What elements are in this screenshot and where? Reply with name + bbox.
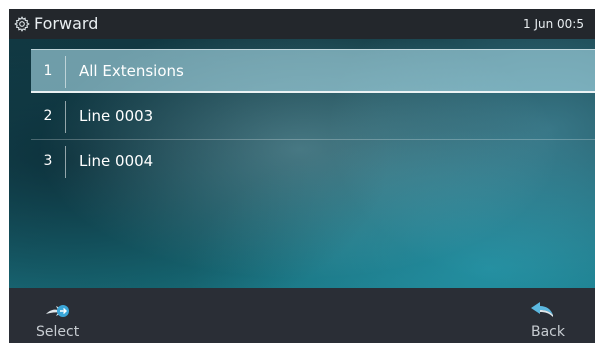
- phone-screen: Forward 1 Jun 00:5 1 All Extensions 2 Li…: [9, 9, 595, 343]
- select-softkey-label: Select: [36, 324, 80, 340]
- menu-item-separator: [65, 56, 66, 88]
- menu-item-label: Line 0004: [79, 152, 154, 170]
- softkey-bar: Select Back: [9, 288, 595, 343]
- menu-item-number: 1: [43, 63, 53, 79]
- menu-item-separator: [65, 146, 66, 178]
- menu-item-label: Line 0003: [79, 107, 154, 125]
- menu-item-line-0003[interactable]: 2 Line 0003: [31, 95, 595, 139]
- menu-item-line-0004[interactable]: 3 Line 0004: [31, 140, 595, 184]
- clock-time: 1 Jun 00:5: [523, 17, 584, 31]
- select-arrow-icon: [46, 305, 69, 317]
- menu-item-separator: [65, 101, 66, 133]
- back-softkey[interactable]: Back: [509, 288, 589, 343]
- menu-item-label: All Extensions: [79, 62, 184, 80]
- gear-icon: [14, 16, 30, 32]
- page-title: Forward: [34, 14, 99, 33]
- select-softkey[interactable]: Select: [36, 288, 116, 343]
- title-bar: Forward 1 Jun 00:5: [9, 9, 595, 39]
- menu-item-number: 2: [43, 108, 53, 124]
- back-softkey-label: Back: [531, 324, 565, 340]
- back-arrow-icon: [531, 302, 553, 317]
- menu-item-all-extensions[interactable]: 1 All Extensions: [31, 49, 595, 93]
- menu-item-number: 3: [43, 153, 53, 169]
